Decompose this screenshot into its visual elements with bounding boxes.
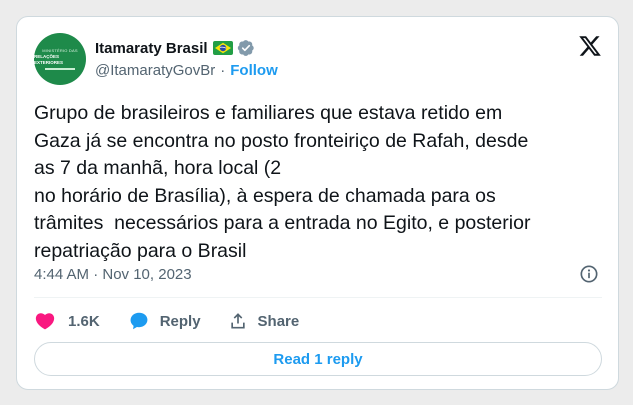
- speech-bubble-icon: [130, 312, 148, 330]
- avatar-text-line2: RELAÇÕES EXTERIORES: [34, 54, 64, 65]
- author-name-row: Itamaraty Brasil: [95, 38, 255, 58]
- author-handle-row: @ItamaratyGovBr · Follow: [95, 62, 278, 79]
- brazil-flag-icon: [212, 41, 233, 55]
- heart-icon: [35, 313, 55, 330]
- author-handle[interactable]: @ItamaratyGovBr: [95, 62, 215, 79]
- share-label: Share: [257, 312, 300, 330]
- likes-count: 1.6K: [68, 312, 100, 330]
- share-button[interactable]: Share: [228, 311, 300, 331]
- avatar-bar: [45, 68, 75, 70]
- like-button[interactable]: 1.6K: [34, 310, 100, 332]
- reply-button[interactable]: Reply: [128, 310, 201, 332]
- handle-separator: ·: [220, 62, 226, 79]
- x-logo-icon[interactable]: [578, 34, 602, 58]
- tweet-actions: 1.6K Reply Share: [34, 309, 299, 333]
- follow-button[interactable]: Follow: [230, 62, 278, 79]
- tweet-text: Grupo de brasileiros e familiares que es…: [34, 102, 531, 262]
- tweet-timestamp[interactable]: 4:44 AM · Nov 10, 2023: [34, 266, 192, 283]
- avatar[interactable]: MINISTÉRIO DAS RELAÇÕES EXTERIORES: [34, 33, 86, 85]
- divider: [34, 297, 602, 298]
- share-icon: [230, 313, 245, 329]
- tweet-card: MINISTÉRIO DAS RELAÇÕES EXTERIORES Itama…: [16, 16, 619, 390]
- read-replies-button[interactable]: Read 1 reply: [34, 342, 602, 376]
- verified-badge-icon: [237, 40, 254, 56]
- reply-label: Reply: [159, 312, 201, 330]
- author-display-name[interactable]: Itamaraty Brasil: [95, 40, 208, 57]
- info-icon[interactable]: [579, 264, 599, 284]
